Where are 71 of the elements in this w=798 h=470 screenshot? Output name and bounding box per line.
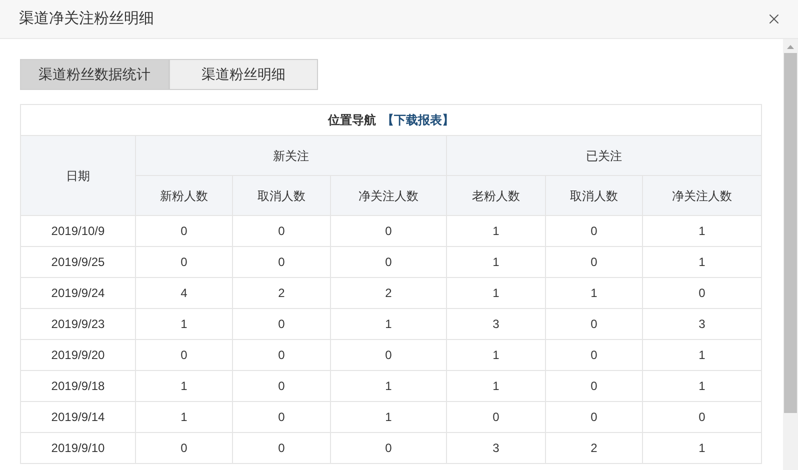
table-cell: 1 bbox=[446, 340, 546, 370]
table-cell: 1 bbox=[446, 216, 546, 246]
table-cell: 0 bbox=[642, 278, 762, 308]
table-cell: 1 bbox=[446, 278, 546, 308]
table-cell: 0 bbox=[136, 246, 232, 278]
download-link[interactable]: 【下载报表】 bbox=[382, 113, 454, 127]
table-cell: 2019/9/25 bbox=[20, 246, 136, 278]
table-cell: 0 bbox=[546, 340, 642, 370]
table-cell: 0 bbox=[330, 246, 446, 278]
table-cell: 1 bbox=[642, 246, 762, 278]
table-cell: 0 bbox=[330, 340, 446, 370]
table-cell: 2019/9/24 bbox=[20, 278, 136, 308]
table-cell: 1 bbox=[546, 278, 642, 308]
table-cell: 0 bbox=[232, 340, 330, 370]
table-cell: 0 bbox=[330, 216, 446, 246]
nav-label: 位置导航 bbox=[328, 113, 376, 127]
header-cell: 取消人数 bbox=[232, 176, 330, 216]
table-cell: 2019/9/14 bbox=[20, 402, 136, 432]
table-cell: 3 bbox=[446, 308, 546, 340]
table-cell: 2019/10/9 bbox=[20, 216, 136, 246]
table-cell: 0 bbox=[136, 340, 232, 370]
table-cell: 0 bbox=[546, 402, 642, 432]
scrollbar[interactable] bbox=[783, 39, 798, 470]
header-cell: 新粉人数 bbox=[136, 176, 232, 216]
table-cell: 1 bbox=[330, 370, 446, 402]
table-cell: 0 bbox=[232, 246, 330, 278]
table-cell: 1 bbox=[136, 402, 232, 432]
table-cell: 1 bbox=[330, 402, 446, 432]
table-cell: 1 bbox=[642, 370, 762, 402]
table-cell: 0 bbox=[546, 370, 642, 402]
table-cell: 0 bbox=[232, 216, 330, 246]
table-cell: 0 bbox=[546, 246, 642, 278]
header-cell: 净关注人数 bbox=[330, 176, 446, 216]
table-cell: 1 bbox=[642, 340, 762, 370]
table-cell: 2019/9/23 bbox=[20, 308, 136, 340]
table-cell: 0 bbox=[232, 402, 330, 432]
table-cell: 1 bbox=[446, 370, 546, 402]
table-cell: 1 bbox=[136, 308, 232, 340]
tab[interactable]: 渠道粉丝数据统计 bbox=[20, 59, 169, 90]
table-cell: 0 bbox=[546, 308, 642, 340]
table-cell: 4 bbox=[136, 278, 232, 308]
table-cell: 0 bbox=[446, 402, 546, 432]
header-cell: 取消人数 bbox=[546, 176, 642, 216]
table-cell: 0 bbox=[232, 370, 330, 402]
table-cell: 1 bbox=[642, 216, 762, 246]
table-cell: 0 bbox=[642, 402, 762, 432]
window-title: 渠道净关注粉丝明细 bbox=[19, 8, 154, 29]
header-cell: 净关注人数 bbox=[642, 176, 762, 216]
table-cell: 0 bbox=[232, 308, 330, 340]
table-cell: 1 bbox=[446, 246, 546, 278]
table-cell: 0 bbox=[136, 432, 232, 464]
table-cell: 1 bbox=[136, 370, 232, 402]
table-cell: 2 bbox=[330, 278, 446, 308]
table-cell: 2 bbox=[232, 278, 330, 308]
header-cell: 日期 bbox=[20, 136, 136, 216]
scroll-thumb[interactable] bbox=[784, 53, 797, 413]
table-cell: 2 bbox=[546, 432, 642, 464]
table-cell: 2019/9/20 bbox=[20, 340, 136, 370]
table-cell: 2019/9/10 bbox=[20, 432, 136, 464]
table-cell: 0 bbox=[232, 432, 330, 464]
table-cell: 3 bbox=[642, 308, 762, 340]
header-cell: 老粉人数 bbox=[446, 176, 546, 216]
table-cell: 1 bbox=[330, 308, 446, 340]
table-cell: 3 bbox=[446, 432, 546, 464]
table-cell: 1 bbox=[642, 432, 762, 464]
table-cell: 0 bbox=[546, 216, 642, 246]
tab[interactable]: 渠道粉丝明细 bbox=[169, 59, 318, 90]
table-cell: 0 bbox=[330, 432, 446, 464]
table-cell: 0 bbox=[136, 216, 232, 246]
scroll-up-icon[interactable] bbox=[787, 45, 794, 49]
table-cell: 2019/9/18 bbox=[20, 370, 136, 402]
